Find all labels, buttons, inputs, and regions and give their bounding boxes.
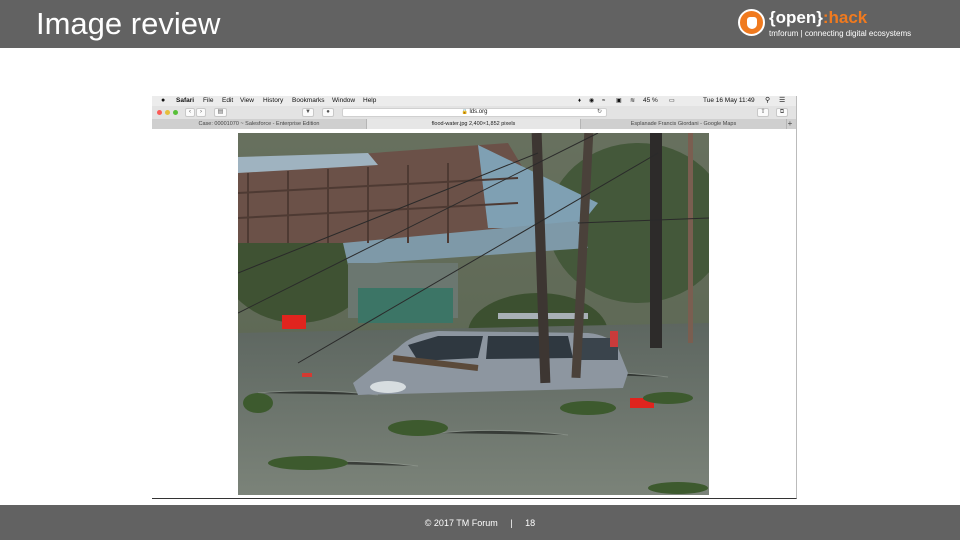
slide-title: Image review: [36, 6, 221, 41]
spotlight-search-icon[interactable]: ⚲: [765, 96, 770, 106]
dropbox-icon[interactable]: ♦: [578, 96, 581, 106]
notification-list-icon[interactable]: ☰: [779, 96, 785, 106]
menu-view[interactable]: View: [240, 96, 254, 106]
tab-salesforce[interactable]: Case: 00001070 ~ Salesforce - Enterprise…: [152, 119, 367, 129]
wifi-signal-icon[interactable]: ≋: [630, 96, 635, 106]
display-icon[interactable]: ▣: [616, 96, 622, 106]
battery-percent: 45 %: [643, 97, 658, 104]
apple-icon[interactable]: ●: [161, 96, 165, 106]
menu-file[interactable]: File: [203, 96, 213, 106]
reload-icon[interactable]: ↻: [595, 109, 604, 116]
extension-icon[interactable]: ●: [322, 108, 334, 117]
page-number: 18: [525, 518, 536, 528]
slide-footer: © 2017 TM Forum | 18: [0, 505, 960, 540]
brand-logo-block: {open}:hack tmforum | connecting digital…: [738, 8, 938, 42]
forward-icon[interactable]: ›: [196, 108, 206, 117]
status-icon[interactable]: ◉: [589, 96, 594, 106]
new-tab-button[interactable]: +: [785, 119, 795, 129]
browser-toolbar: ‹ › ▤ ▼ ● 🔒 lds.org ↻ ⇧ ⧉: [152, 106, 796, 119]
slide-header: Image review {open}:hack tmforum | conne…: [0, 0, 960, 48]
browser-window: ● Safari File Edit View History Bookmark…: [152, 96, 797, 499]
footer-copyright: © 2017 TM Forum: [424, 518, 498, 528]
menu-help[interactable]: Help: [363, 96, 376, 106]
pocket-icon[interactable]: ▼: [302, 108, 314, 117]
brand-name-open: {open}: [769, 8, 823, 27]
menubar-datetime[interactable]: Tue 16 May 11:49: [703, 96, 755, 106]
tab-flood-water[interactable]: flood-water.jpg 2,400×1,852 pixels: [367, 119, 581, 129]
menu-edit[interactable]: Edit: [222, 96, 233, 106]
brand-tagline: tmforum | connecting digital ecosystems: [769, 29, 912, 38]
window-zoom-icon[interactable]: [173, 110, 178, 115]
address-text: lds.org: [469, 109, 488, 115]
tab-bar: Case: 00001070 ~ Salesforce - Enterprise…: [152, 119, 796, 129]
menu-history[interactable]: History: [263, 96, 283, 106]
address-bar[interactable]: 🔒 lds.org: [342, 108, 607, 117]
brand-name-hack: :hack: [822, 8, 868, 27]
open-hand-icon: [738, 9, 765, 36]
wifi-icon[interactable]: ≈: [602, 96, 605, 106]
back-icon[interactable]: ‹: [185, 108, 195, 117]
menu-app-name[interactable]: Safari: [176, 96, 194, 106]
window-minimize-icon[interactable]: [165, 110, 170, 115]
share-icon[interactable]: ⇧: [757, 108, 769, 117]
brand-name: {open}:hack: [769, 8, 867, 28]
mac-menubar: ● Safari File Edit View History Bookmark…: [152, 96, 796, 106]
tabs-overview-icon[interactable]: ⧉: [776, 108, 788, 117]
tab-google-maps[interactable]: Esplanade Francis Giordani - Google Maps: [581, 119, 787, 129]
window-close-icon[interactable]: [157, 110, 162, 115]
sidebar-icon[interactable]: ▤: [214, 108, 227, 117]
footer-separator: |: [510, 518, 513, 528]
flood-photo: [238, 133, 709, 495]
battery-icon[interactable]: ▭: [669, 96, 675, 106]
footer-text: © 2017 TM Forum | 18: [0, 518, 960, 528]
menu-window[interactable]: Window: [332, 96, 355, 106]
menu-bookmarks[interactable]: Bookmarks: [292, 96, 325, 106]
lock-icon: 🔒: [461, 109, 468, 115]
